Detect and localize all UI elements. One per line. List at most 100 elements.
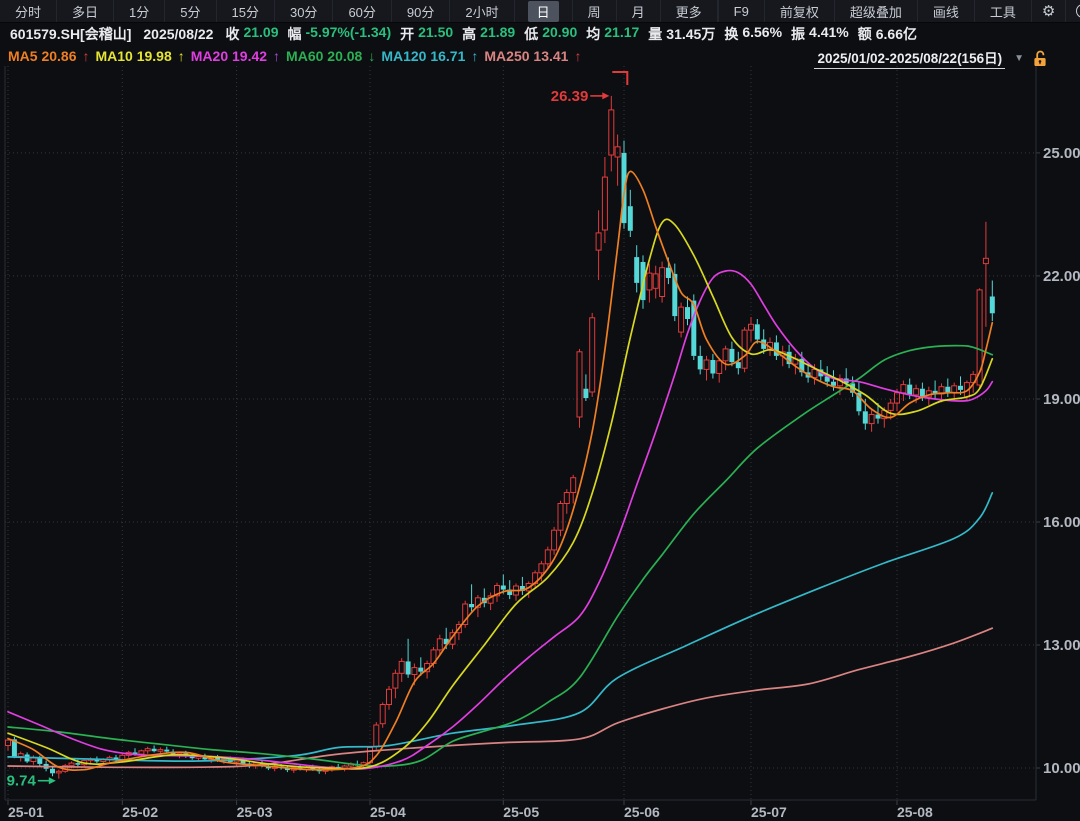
settings-button[interactable]: ⚙ [1032,0,1066,22]
svg-text:26.39: 26.39 [551,88,589,105]
chevron-down-icon[interactable]: ▼ [1014,53,1024,64]
quote-field-label: 低 [524,24,538,44]
quote-field: 收21.09 [225,24,278,44]
toolbar-button-label: 工具 [988,1,1018,22]
svg-text:22.00: 22.00 [1043,268,1080,285]
toolbar-button-label: 超级叠加 [848,1,904,22]
tab-label: 1分 [127,1,151,22]
candlestick-chart[interactable]: 25-0125-0225-0325-0425-0525-0625-0725-08… [0,0,1080,821]
quote-field-label: 量 [648,24,662,44]
svg-text:9.74: 9.74 [7,773,37,790]
tab-period[interactable]: 月 [617,0,661,22]
quote-fields: 收21.09 幅-5.97%(-1.34) 开21.50 高21.89 低20.90 均2… [225,24,926,44]
ma-trend-arrow: ↓ [368,48,375,64]
tab-period[interactable]: 分时 [0,0,57,22]
tab-label: 日 [528,1,559,22]
svg-text:25-03: 25-03 [237,804,273,820]
tab-period[interactable]: 1分 [114,0,165,22]
ma-legend-item: MA120 16.71 [381,48,465,64]
svg-text:16.00: 16.00 [1043,514,1080,531]
tab-period[interactable]: 多日 [57,0,114,22]
quote-field-label: 高 [462,24,476,44]
svg-text:25-07: 25-07 [751,804,787,820]
tab-label: 60分 [346,1,377,22]
svg-text:19.00: 19.00 [1043,391,1080,408]
toolbar-button[interactable]: 前复权 [765,0,835,22]
toolbar-button-label: 前复权 [778,1,821,22]
gear-icon: ⚙ [1042,4,1055,19]
tab-label: 分时 [13,1,43,22]
ma-items: MA5 20.86 ↑ MA10 19.98 ↑ MA20 19.42 ↑ MA60 20.… [8,48,587,64]
tab-label: 月 [630,1,647,22]
symbol-name: 601579.SH[会稽山] [10,24,131,44]
svg-text:25-08: 25-08 [897,804,933,820]
ma-trend-arrow: ↑ [178,48,185,64]
help-button[interactable]: ? [1066,0,1080,22]
ma-legend-item: MA10 19.98 [95,48,171,64]
toolbar-buttons: F9 前复权 超级叠加 画线 工具 [719,0,1032,22]
toolbar-button[interactable]: 画线 [918,0,975,22]
svg-text:10.00: 10.00 [1043,760,1080,777]
date-range-text[interactable]: 2025/01/02-2025/08/22(156日) [814,47,1005,69]
tab-label: 更多 [674,1,704,22]
quote-field: 均21.17 [586,24,639,44]
toolbar-button-label: 画线 [931,1,961,22]
quote-field-value: 21.17 [604,24,639,44]
ma-legend-item: MA250 13.41 [484,48,568,64]
quote-field-value: 21.09 [243,24,278,44]
tab-label: 30分 [288,1,319,22]
svg-text:25-05: 25-05 [503,804,539,820]
tab-period[interactable]: 90分 [392,0,450,22]
tab-period[interactable]: 2小时 [450,0,514,22]
quote-field: 量31.45万 [648,24,715,44]
tab-period[interactable]: 周 [573,0,617,22]
tab-label: 90分 [405,1,436,22]
tab-period[interactable]: 30分 [275,0,333,22]
trading-app-window: { "tabbar": { "tabs": [ {"label":"分时","a… [0,0,1080,821]
ma-legend-item: MA5 20.86 [8,48,76,64]
quote-field: 幅-5.97%(-1.34) [288,24,392,44]
quote-field-value: 21.50 [418,24,453,44]
tab-label: 周 [586,1,603,22]
quote-field: 换6.56% [724,24,782,44]
svg-text:25-04: 25-04 [370,804,406,820]
quote-field-label: 收 [225,24,239,44]
toolbar-button-label: F9 [732,3,751,20]
unlock-icon[interactable] [1033,50,1048,67]
svg-text:25-02: 25-02 [122,804,158,820]
ma-legend-item: MA20 19.42 [191,48,267,64]
tab-period[interactable]: 更多 [661,0,718,22]
quote-infobar: 601579.SH[会稽山] 2025/08/22 收21.09 幅-5.97%(… [0,23,1080,45]
help-icon: ? [1076,4,1080,18]
quote-field-value: 21.89 [480,24,515,44]
quote-field-value: 4.41% [809,24,849,44]
tab-period[interactable]: 15分 [217,0,275,22]
toolbar-button[interactable]: F9 [719,0,765,22]
svg-text:25.00: 25.00 [1043,145,1080,162]
period-tabbar: 分时 多日 1分 5分 15分 30分 60分 90分 2小时日 周 月 更多 F9 前复权 超级叠加 画线… [0,0,1080,23]
svg-text:13.00: 13.00 [1043,637,1080,654]
ma-trend-arrow: ↑ [273,48,280,64]
tab-period[interactable]: 日 [515,0,573,22]
quote-field: 开21.50 [400,24,453,44]
quote-field-label: 振 [791,24,805,44]
tab-period[interactable]: 60分 [333,0,391,22]
ma-legend-item: MA60 20.08 [286,48,362,64]
quote-field-value: 6.66亿 [876,24,917,44]
tab-label: 5分 [178,1,202,22]
quote-field-label: 开 [400,24,414,44]
quote-field: 高21.89 [462,24,515,44]
quote-field: 振4.41% [791,24,849,44]
tab-period[interactable]: 5分 [165,0,216,22]
ma-trend-arrow: ↑ [471,48,478,64]
ma-trend-arrow: ↑ [574,48,581,64]
quote-field-label: 幅 [288,24,302,44]
toolbar-button[interactable]: 超级叠加 [835,0,918,22]
quote-field: 低20.90 [524,24,577,44]
tab-label: 多日 [70,1,100,22]
quote-field-value: 6.56% [742,24,782,44]
toolbar-button[interactable]: 工具 [975,0,1032,22]
quote-date: 2025/08/22 [143,26,213,42]
svg-text:25-06: 25-06 [624,804,660,820]
quote-field-label: 换 [724,24,738,44]
